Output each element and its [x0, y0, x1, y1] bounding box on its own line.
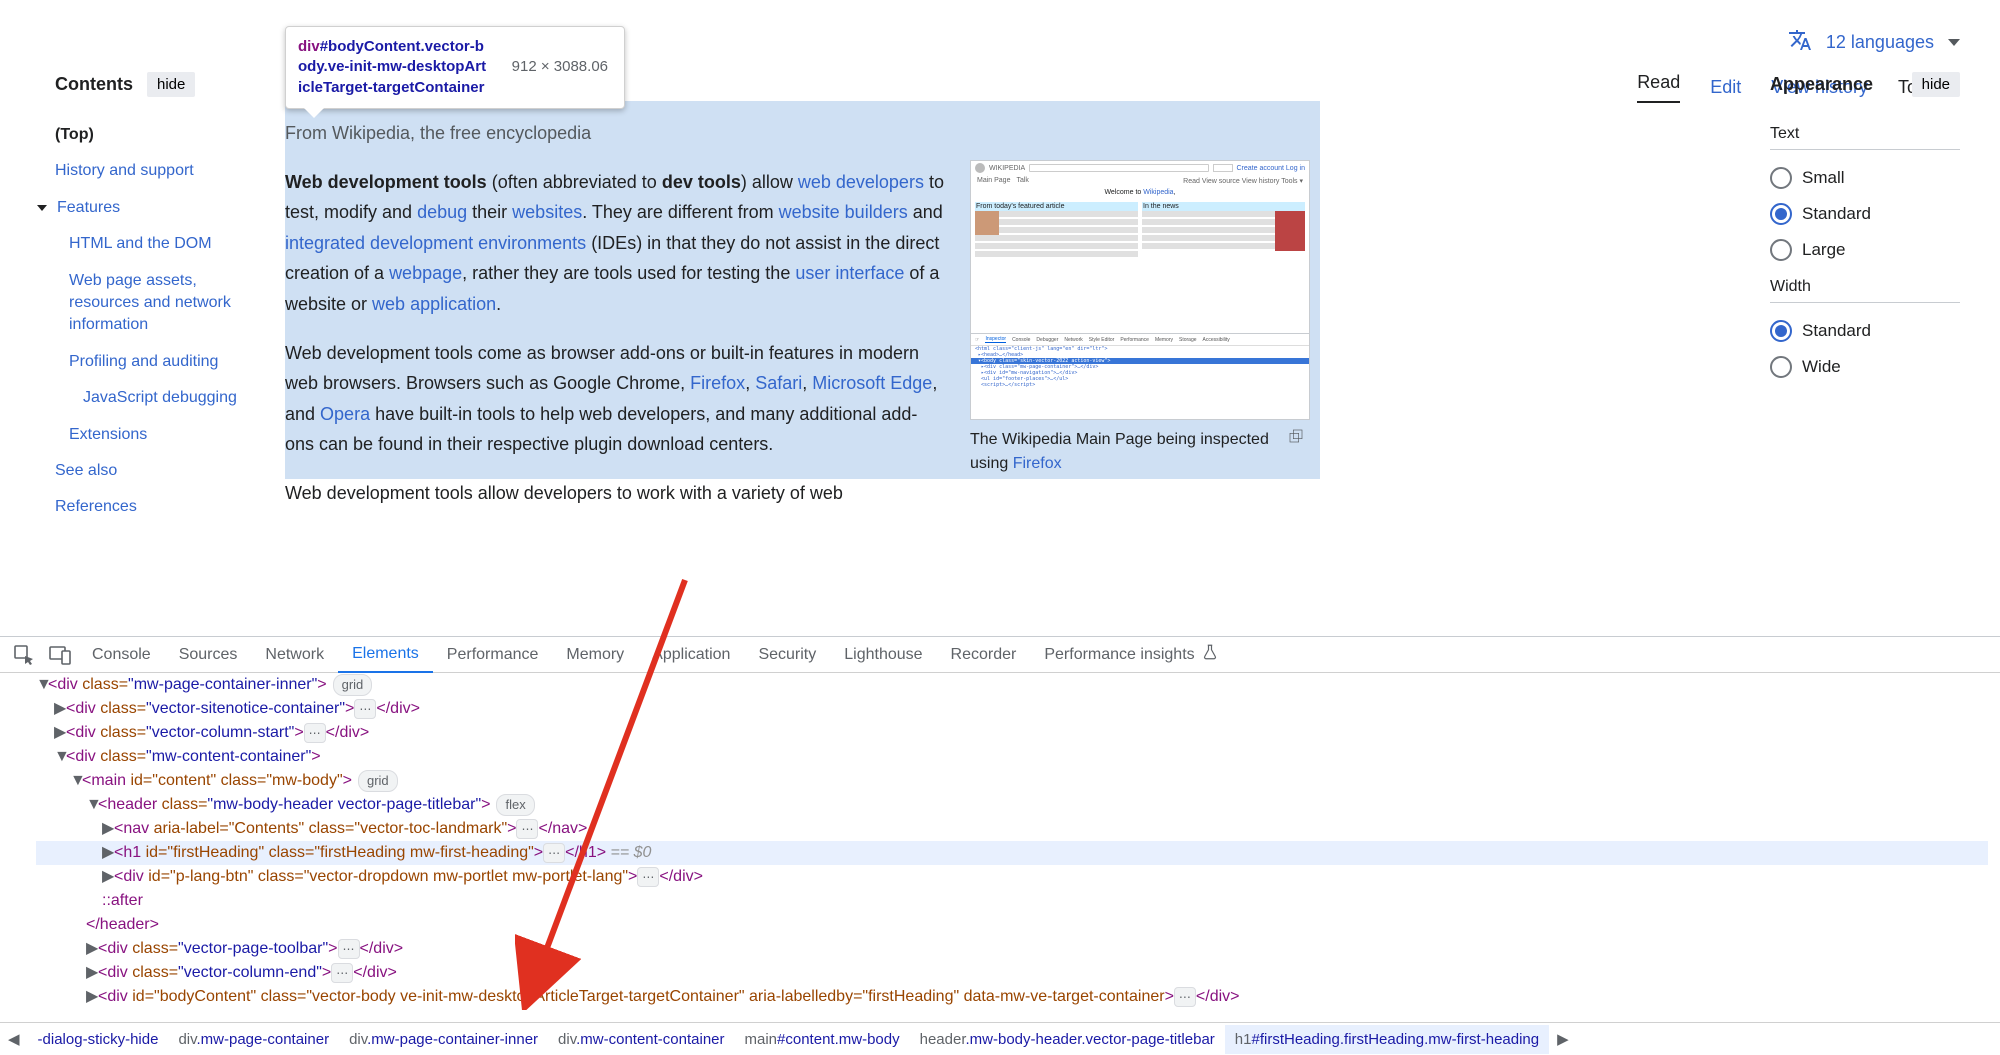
text-large-option[interactable]: Large: [1770, 232, 1960, 268]
tab-security[interactable]: Security: [744, 638, 830, 672]
link-website-builders[interactable]: website builders: [779, 202, 908, 222]
link-firefox[interactable]: Firefox: [690, 373, 745, 393]
toc-jsdebug[interactable]: JavaScript debugging: [55, 380, 255, 416]
link-webpage[interactable]: webpage: [389, 263, 462, 283]
tab-sources[interactable]: Sources: [165, 638, 252, 672]
devtools-panel: Console Sources Network Elements Perform…: [0, 636, 2000, 1055]
tooltip-selector: div#bodyContent.vector-body.ve-init-mw-d…: [298, 37, 488, 98]
radio-icon: [1770, 320, 1792, 342]
link-websites[interactable]: websites: [512, 202, 582, 222]
link-debug[interactable]: debug: [417, 202, 467, 222]
dom-tree[interactable]: ▼<div class="mw-page-container-inner">gr…: [0, 673, 2000, 1009]
tab-performance-insights[interactable]: Performance insights: [1030, 635, 1232, 674]
toc-profiling[interactable]: Profiling and auditing: [55, 344, 255, 380]
appearance-title: Appearance: [1770, 74, 1873, 95]
radio-icon: [1770, 239, 1792, 261]
crumb[interactable]: main#content.mw-body: [735, 1025, 910, 1054]
crumb[interactable]: div.mw-page-container: [168, 1025, 339, 1054]
link-web-application[interactable]: web application: [372, 294, 496, 314]
tooltip-dimensions: 912 × 3088.06: [512, 57, 608, 77]
flask-icon: [1201, 643, 1219, 666]
devtools-tabs: Console Sources Network Elements Perform…: [0, 637, 2000, 673]
crumb-next[interactable]: ▶: [1549, 1024, 1577, 1054]
crumb[interactable]: -dialog-sticky-hide: [28, 1025, 169, 1054]
toc-features[interactable]: Features: [55, 190, 255, 226]
chevron-down-icon: [37, 205, 47, 211]
width-label: Width: [1770, 268, 1960, 303]
contents-title: Contents: [55, 74, 133, 95]
link-edge[interactable]: Microsoft Edge: [812, 373, 932, 393]
language-count: 12 languages: [1826, 32, 1934, 53]
radio-icon: [1770, 356, 1792, 378]
tab-elements[interactable]: Elements: [338, 637, 433, 673]
crumb-prev[interactable]: ◀: [0, 1024, 28, 1054]
tab-lighthouse[interactable]: Lighthouse: [830, 638, 936, 672]
text-small-option[interactable]: Small: [1770, 160, 1960, 196]
crumb[interactable]: header.mw-body-header.vector-page-titleb…: [910, 1025, 1225, 1054]
link-ide[interactable]: integrated development environments: [285, 233, 586, 253]
crumb[interactable]: div.mw-page-container-inner: [339, 1025, 548, 1054]
tab-console[interactable]: Console: [78, 638, 165, 672]
toc-seealso[interactable]: See also: [55, 453, 255, 489]
toc-history[interactable]: History and support: [55, 153, 255, 189]
link-firefox-caption[interactable]: Firefox: [1013, 455, 1062, 472]
translate-icon: [1788, 28, 1812, 57]
article-subtitle: From Wikipedia, the free encyclopedia: [285, 118, 945, 149]
crumb[interactable]: div.mw-content-container: [548, 1025, 734, 1054]
tab-performance[interactable]: Performance: [433, 638, 553, 672]
link-safari[interactable]: Safari: [755, 373, 802, 393]
contents-sidebar: Contents hide (Top) History and support …: [55, 72, 255, 526]
tab-recorder[interactable]: Recorder: [937, 638, 1031, 672]
appearance-sidebar: Appearance hide Text Small Standard Larg…: [1770, 72, 1960, 385]
thumbnail-caption: The Wikipedia Main Page being inspected …: [970, 428, 1310, 476]
thumbnail-image[interactable]: WIKIPEDIACreate account Log in Main Page…: [970, 160, 1310, 420]
toc-html-dom[interactable]: HTML and the DOM: [55, 226, 255, 262]
tab-read[interactable]: Read: [1637, 72, 1680, 103]
tab-memory[interactable]: Memory: [552, 638, 638, 672]
width-wide-option[interactable]: Wide: [1770, 349, 1960, 385]
contents-hide-button[interactable]: hide: [147, 72, 195, 97]
appearance-hide-button[interactable]: hide: [1912, 72, 1960, 97]
text-size-label: Text: [1770, 115, 1960, 150]
crumb-active[interactable]: h1#firstHeading.firstHeading.mw-first-he…: [1225, 1025, 1549, 1054]
article-paragraph: Web development tools come as browser ad…: [285, 338, 945, 460]
tab-application[interactable]: Application: [638, 638, 744, 672]
text-standard-option[interactable]: Standard: [1770, 196, 1960, 232]
enlarge-icon[interactable]: [1288, 428, 1304, 449]
radio-icon: [1770, 167, 1792, 189]
article-paragraph: Web development tools (often abbreviated…: [285, 167, 945, 320]
tab-edit[interactable]: Edit: [1710, 77, 1741, 98]
chevron-down-icon: [1948, 39, 1960, 46]
device-toolbar-icon[interactable]: [48, 643, 72, 667]
dom-selected-row: ▶<h1 id="firstHeading" class="firstHeadi…: [36, 841, 1988, 865]
toc-extensions[interactable]: Extensions: [55, 417, 255, 453]
inspect-element-icon[interactable]: [12, 643, 36, 667]
tab-network[interactable]: Network: [251, 638, 338, 672]
radio-icon: [1770, 203, 1792, 225]
link-user-interface[interactable]: user interface: [795, 263, 904, 283]
width-standard-option[interactable]: Standard: [1770, 313, 1960, 349]
article-paragraph: Web development tools allow developers t…: [285, 478, 945, 509]
article-thumbnail: WIKIPEDIACreate account Log in Main Page…: [970, 160, 1310, 476]
toc-assets[interactable]: Web page assets, resources and network i…: [55, 263, 255, 344]
link-opera[interactable]: Opera: [320, 404, 370, 424]
toc-top[interactable]: (Top): [55, 117, 255, 153]
article-body: From Wikipedia, the free encyclopedia We…: [285, 118, 945, 527]
language-selector[interactable]: 12 languages: [1788, 28, 1960, 57]
inspector-tooltip: div#bodyContent.vector-body.ve-init-mw-d…: [285, 26, 625, 109]
toc-references[interactable]: References: [55, 489, 255, 525]
devtools-breadcrumb: ◀ -dialog-sticky-hide div.mw-page-contai…: [0, 1022, 2000, 1055]
link-web-developers[interactable]: web developers: [798, 172, 924, 192]
